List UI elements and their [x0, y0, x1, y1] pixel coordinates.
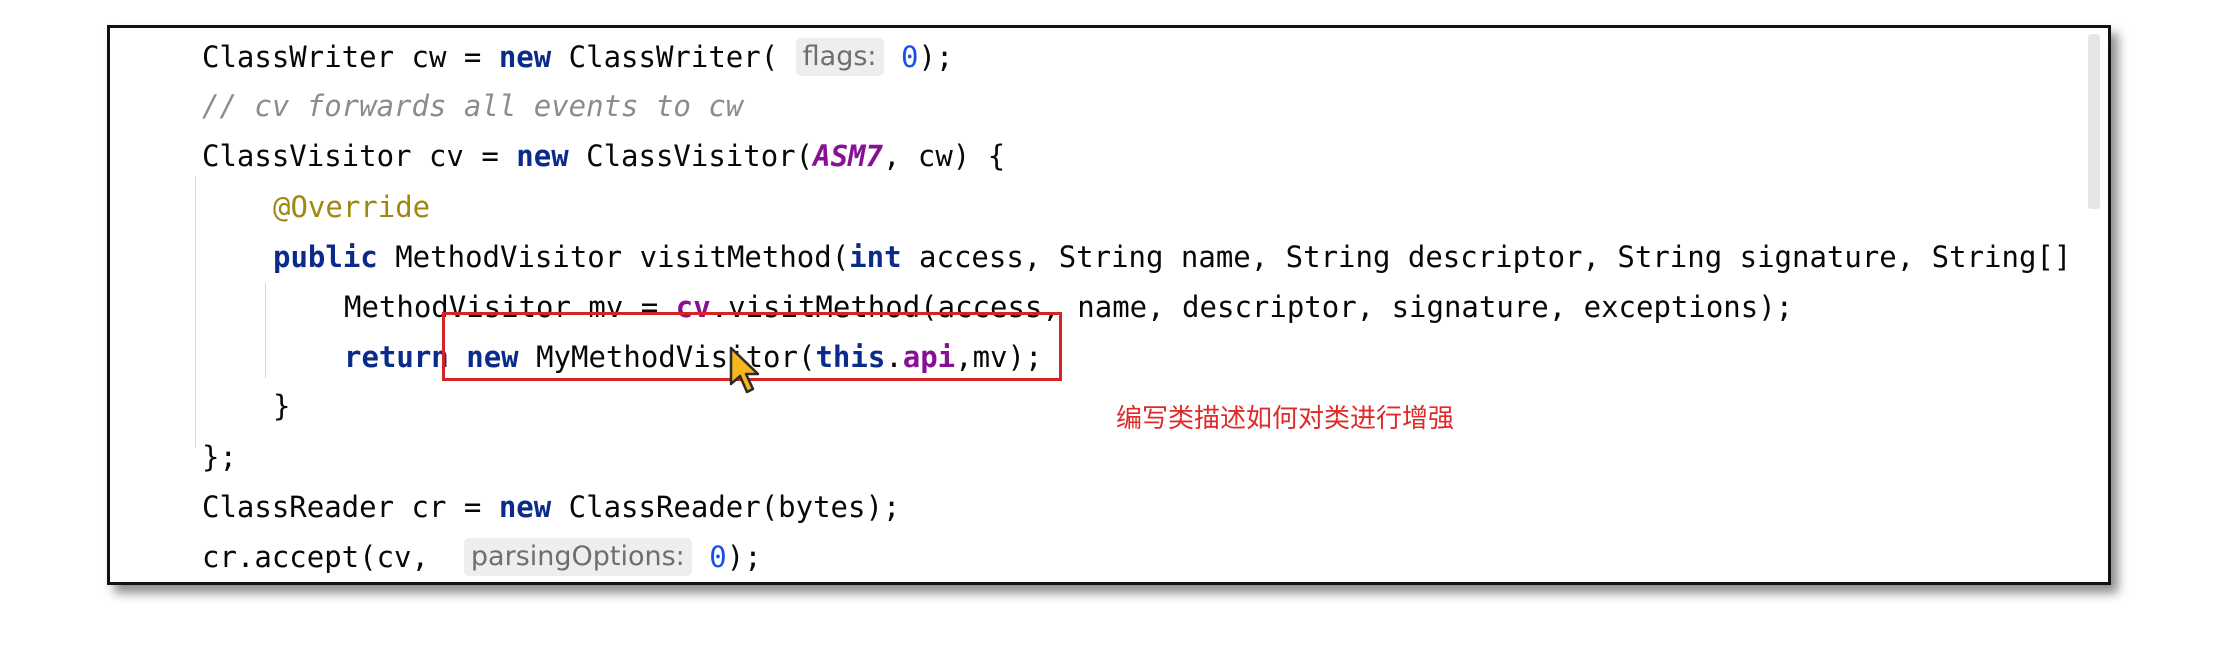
code-token: 0 — [709, 540, 727, 574]
scrollbar-thumb[interactable] — [2088, 34, 2100, 209]
code-line[interactable]: public MethodVisitor visitMethod(int acc… — [273, 232, 2071, 282]
code-token: ASM7 — [813, 139, 883, 173]
code-token: } — [273, 389, 291, 423]
parameter-hint: flags: — [795, 38, 884, 76]
code-token: new — [516, 139, 569, 173]
code-token: ClassWriter cw = — [202, 40, 499, 74]
code-editor[interactable]: ClassWriter cw = new ClassWriter( flags:… — [107, 25, 2111, 585]
code-token: int — [849, 240, 902, 274]
code-line[interactable]: ClassVisitor cv = new ClassVisitor(ASM7,… — [202, 131, 1005, 181]
code-token: 0 — [900, 40, 919, 74]
code-token: }; — [202, 440, 237, 474]
parameter-hint: parsingOptions: — [463, 538, 692, 576]
code-area[interactable]: ClassWriter cw = new ClassWriter( flags:… — [110, 28, 2108, 582]
code-token: ); — [918, 40, 954, 74]
code-token: , cw) { — [882, 139, 1006, 173]
code-token: return — [344, 340, 449, 374]
code-token: ClassWriter( — [551, 40, 796, 74]
code-token: ClassReader(bytes); — [551, 490, 901, 524]
code-line[interactable]: ClassWriter cw = new ClassWriter( flags:… — [202, 32, 953, 82]
code-token: ClassVisitor cv = — [202, 139, 517, 173]
code-token: MethodVisitor visitMethod( — [377, 240, 850, 274]
code-line[interactable]: cr.accept(cv, parsingOptions: 0); — [202, 532, 762, 582]
indent-guide — [195, 176, 196, 448]
code-token: @Override — [273, 190, 431, 224]
code-token: // cv forwards all events to cw — [202, 89, 744, 123]
code-token: new — [498, 40, 552, 74]
code-token: ClassReader cr = — [202, 490, 499, 524]
annotation-caption: 编写类描述如何对类进行增强 — [1116, 404, 1455, 434]
code-token: ClassVisitor( — [568, 139, 814, 173]
code-token: ); — [726, 540, 762, 574]
code-token: public — [273, 240, 378, 274]
code-token: cr.accept(cv, — [202, 540, 464, 574]
code-token: access, String name, String descriptor, … — [901, 240, 2072, 274]
code-line[interactable]: // cv forwards all events to cw — [202, 81, 743, 131]
mouse-pointer-icon — [729, 346, 760, 394]
code-token: new — [498, 490, 552, 524]
code-line[interactable]: } — [273, 381, 290, 431]
code-line[interactable]: @Override — [273, 182, 430, 232]
indent-guide — [265, 283, 266, 378]
code-line[interactable]: ClassReader cr = new ClassReader(bytes); — [202, 482, 900, 532]
code-line[interactable]: }; — [202, 432, 237, 482]
